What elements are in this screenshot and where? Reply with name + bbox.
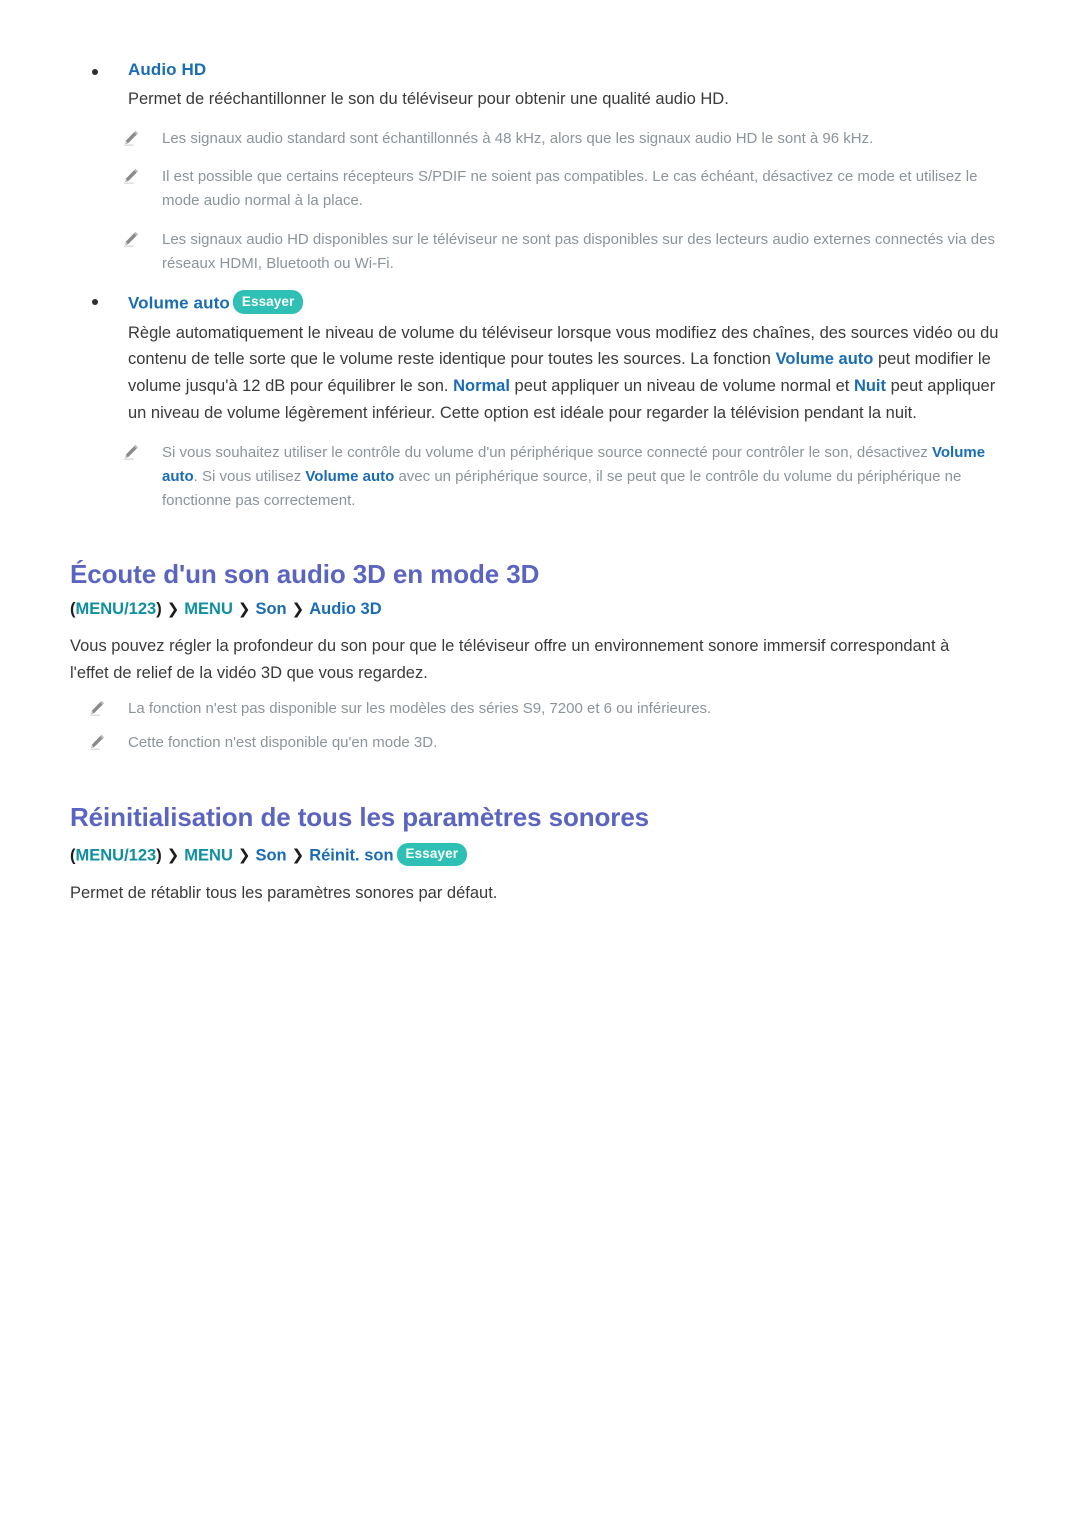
essayer-badge[interactable]: Essayer (396, 842, 468, 866)
breadcrumb-close-paren: ) (156, 600, 162, 619)
pencil-icon (88, 733, 106, 751)
breadcrumb-item-2[interactable]: Son (255, 600, 286, 618)
breadcrumb-item-3[interactable]: Audio 3D (309, 600, 381, 618)
text-run: Vous pouvez régler la profondeur du son … (70, 637, 950, 683)
highlighted-term: Normal (453, 377, 510, 396)
note-note-sampling: Les signaux audio standard sont échantil… (70, 127, 1010, 151)
chevron-right-icon: ❯ (291, 847, 305, 864)
essayer-badge[interactable]: Essayer (232, 290, 304, 314)
chevron-right-icon: ❯ (237, 847, 251, 864)
breadcrumb-item-1[interactable]: MENU (184, 600, 233, 618)
document-page: Audio HD Permet de rééchantillonner le so… (0, 0, 1080, 1527)
chevron-right-icon: ❯ (166, 847, 180, 864)
highlighted-term: Volume auto (775, 350, 874, 369)
pencil-icon (122, 443, 140, 461)
paragraph-volume-auto-desc: Règle automatiquement le niveau de volum… (70, 320, 1008, 427)
paragraph-reset-sound-desc: Permet de rétablir tous les paramètres s… (70, 880, 970, 907)
pencil-icon (122, 230, 140, 248)
breadcrumb-close-paren: ) (156, 846, 162, 864)
breadcrumb-item-3[interactable]: Réinit. son (309, 846, 393, 864)
paragraph-audio-3d-desc: Vous pouvez régler la profondeur du son … (70, 633, 970, 686)
bullet-dot-icon (92, 299, 98, 306)
breadcrumb-reset-sound: (MENU/123) ❯ MENU ❯ Son ❯ Réinit. son Essayer (70, 842, 1010, 866)
text-run: peut appliquer un niveau de volume norma… (509, 377, 854, 396)
text-run: Permet de rétablir tous les paramètres s… (70, 884, 498, 902)
text-run: La fonction n'est pas disponible sur les… (128, 699, 712, 717)
section-heading-audio-3d: Écoute d'un son audio 3D en mode 3D (70, 559, 540, 590)
chevron-right-icon: ❯ (166, 601, 180, 619)
bullet-item-volume-auto: Volume auto Essayer (70, 290, 1010, 314)
breadcrumb-menu123[interactable]: MENU/123 (76, 846, 157, 864)
bullet-dot-icon (92, 69, 98, 75)
chevron-right-icon: ❯ (237, 601, 251, 619)
breadcrumb-menu123[interactable]: MENU/123 (76, 600, 157, 618)
note-note-3d-mode-only: Cette fonction n'est disponible qu'en mo… (70, 731, 1010, 755)
note-note-source-device-volume: Si vous souhaitez utiliser le contrôle d… (70, 441, 1010, 514)
text-run: Permet de rééchantillonner le son du tél… (128, 90, 729, 108)
paragraph-audio-hd-desc: Permet de rééchantillonner le son du tél… (70, 86, 1008, 113)
document-content: Audio HD Permet de rééchantillonner le so… (70, 60, 1010, 907)
section-audio-3d: Écoute d'un son audio 3D en mode 3D (MENU… (70, 559, 1010, 755)
highlighted-term: Volume auto (305, 467, 395, 485)
note-note-spdif: Il est possible que certains récepteurs … (70, 165, 1010, 214)
text-run: Si vous souhaitez utiliser le contrôle d… (162, 443, 932, 461)
note-note-model-series: La fonction n'est pas disponible sur les… (70, 697, 1010, 721)
bullet-title-volume-auto[interactable]: Volume auto (128, 293, 230, 312)
section-reset-sound: Réinitialisation de tous les paramètres … (70, 802, 1010, 907)
pencil-icon (88, 699, 106, 717)
breadcrumb-audio-3d: (MENU/123) ❯ MENU ❯ Son ❯ Audio 3D (70, 600, 1010, 619)
pencil-icon (122, 167, 140, 185)
pencil-icon (122, 129, 140, 147)
bullet-item-audio-hd: Audio HD (70, 60, 1010, 80)
bullet-title-audio-hd[interactable]: Audio HD (128, 60, 206, 79)
section-heading-reset-sound: Réinitialisation de tous les paramètres … (70, 801, 650, 832)
chevron-right-icon: ❯ (291, 601, 305, 619)
breadcrumb-item-2[interactable]: Son (255, 846, 286, 864)
text-run: Il est possible que certains récepteurs … (162, 168, 978, 210)
text-run: Cette fonction n'est disponible qu'en mo… (128, 734, 438, 752)
breadcrumb-item-1[interactable]: MENU (184, 846, 233, 864)
text-run: . Si vous utilisez (193, 467, 306, 485)
text-run: Les signaux audio standard sont échantil… (162, 129, 874, 147)
text-run: Les signaux audio HD disponibles sur le … (162, 230, 995, 272)
highlighted-term: Nuit (853, 377, 887, 396)
note-note-external-players: Les signaux audio HD disponibles sur le … (70, 228, 1010, 277)
